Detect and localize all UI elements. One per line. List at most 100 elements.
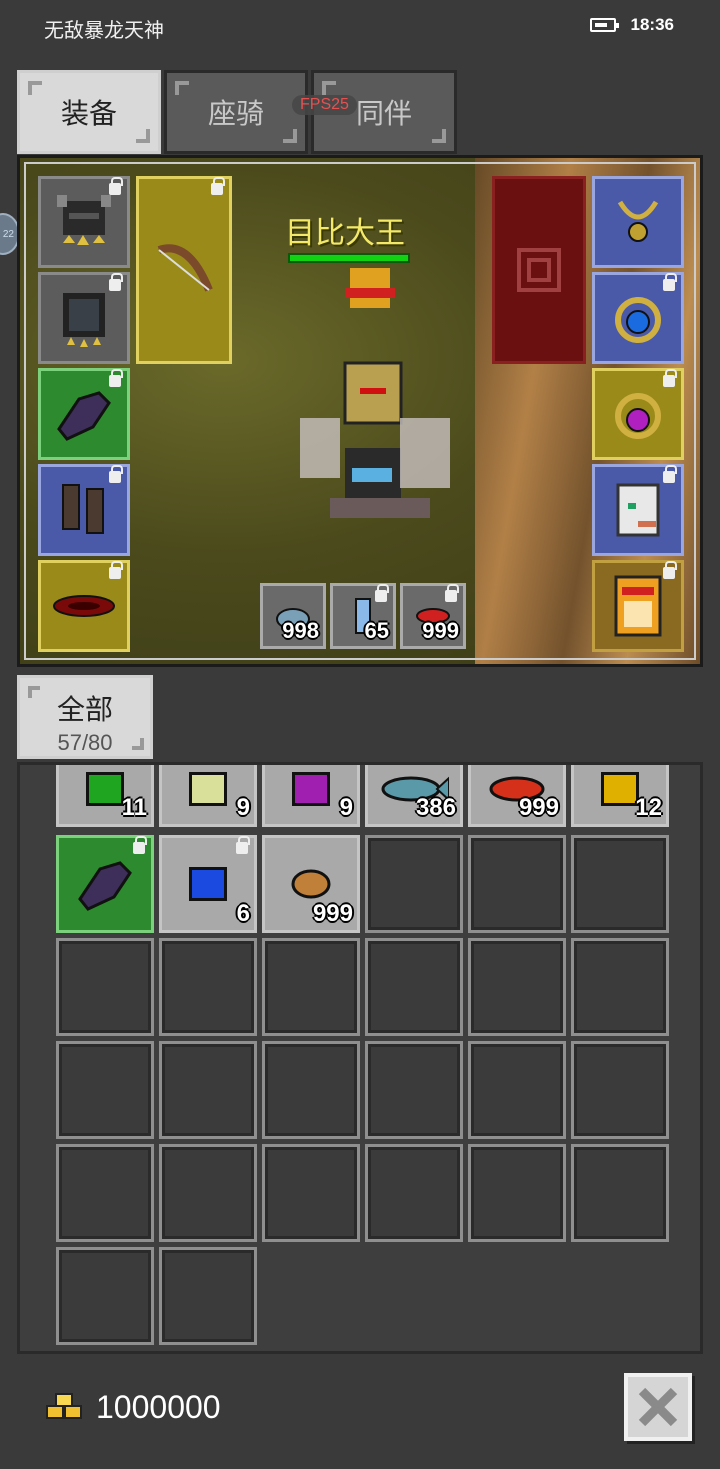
corner-decor-icon [283, 129, 297, 143]
lock-icon [211, 177, 225, 195]
lock-icon [375, 584, 389, 602]
inventory-slot-empty[interactable] [56, 1041, 154, 1139]
necklace-slot[interactable] [592, 176, 684, 268]
inventory-slot-empty[interactable] [468, 835, 566, 933]
lock-icon [236, 836, 250, 854]
leather-boots-icon [62, 484, 104, 534]
item-count: 999 [312, 900, 353, 927]
consumable-slot[interactable]: 998 [260, 583, 326, 649]
belt-slot[interactable] [38, 560, 130, 652]
corner-decor-icon [322, 81, 336, 95]
close-icon [638, 1387, 678, 1427]
item-count: 999 [518, 794, 559, 821]
corner-decor-icon [432, 129, 446, 143]
inventory-slot-empty[interactable] [262, 938, 360, 1036]
app-title: 无敌暴龙天神 [44, 20, 164, 42]
lock-icon [663, 465, 677, 483]
ring-slot-blue[interactable] [592, 272, 684, 364]
lock-icon [133, 836, 147, 854]
inventory-slot-empty[interactable] [571, 1041, 669, 1139]
lock-icon [663, 273, 677, 291]
tab-equipment[interactable]: 装备 [17, 70, 161, 154]
title-banner-slot[interactable] [492, 176, 586, 364]
inventory-slot-empty[interactable] [262, 1144, 360, 1242]
consumable-slot[interactable]: 65 [330, 583, 396, 649]
consumable-count: 998 [282, 618, 319, 643]
inventory-slot-empty[interactable] [468, 1041, 566, 1139]
inventory-slot-empty[interactable] [365, 1144, 463, 1242]
inventory-slot-empty[interactable] [159, 938, 257, 1036]
pale-gem-icon [189, 772, 227, 807]
lock-icon [109, 465, 123, 483]
bread-icon [291, 869, 331, 899]
inventory-slot-empty[interactable] [56, 1144, 154, 1242]
inventory-slot-empty[interactable] [56, 938, 154, 1036]
corner-decor-icon [175, 81, 189, 95]
inventory-slot[interactable]: 9 [159, 765, 257, 827]
inventory-slot-empty[interactable] [571, 835, 669, 933]
consumable-slot[interactable]: 999 [400, 583, 466, 649]
lock-icon [109, 177, 123, 195]
inventory-slot-empty[interactable] [262, 1041, 360, 1139]
lock-icon [109, 561, 123, 579]
lock-icon [109, 273, 123, 291]
gold-necklace-icon [617, 200, 659, 242]
inventory-slot[interactable] [56, 835, 154, 933]
inventory-slot-empty[interactable] [468, 938, 566, 1036]
inventory-slot-empty[interactable] [365, 1041, 463, 1139]
tab-equipment-label: 装备 [60, 98, 117, 129]
inventory-slot[interactable]: 11 [56, 765, 154, 827]
purple-glove-icon [57, 391, 111, 441]
white-wolf-icon [616, 483, 660, 537]
weapon-slot[interactable] [136, 176, 232, 364]
mount-slot[interactable] [592, 464, 684, 556]
boots-slot[interactable] [38, 464, 130, 556]
hero-name: 目比大王 [285, 217, 405, 250]
inventory-slot-empty[interactable] [56, 1247, 154, 1345]
inventory-slot-empty[interactable] [571, 938, 669, 1036]
lock-icon [109, 369, 123, 387]
inventory-slot[interactable]: 12 [571, 765, 669, 827]
inventory-slot-empty[interactable] [365, 938, 463, 1036]
hero-sprite-icon[interactable] [290, 268, 460, 518]
inventory-slot-empty[interactable] [468, 1144, 566, 1242]
inventory-slot-empty[interactable] [159, 1247, 257, 1345]
armor-slot[interactable] [38, 272, 130, 364]
yellow-gem-icon [601, 772, 639, 807]
corner-decor-icon [28, 686, 40, 698]
battery-icon [590, 18, 619, 32]
fps-counter: FPS25 [292, 95, 357, 115]
companion-slot[interactable] [592, 560, 684, 652]
item-count: 386 [415, 794, 456, 821]
inventory-slot[interactable]: 999 [262, 835, 360, 933]
gold-coins-icon [46, 1393, 82, 1419]
item-count: 12 [635, 794, 662, 821]
red-belt-icon [53, 595, 115, 617]
helmet-slot[interactable] [38, 176, 130, 268]
inventory-grid[interactable]: 11 9 9 386 999 12 6 999 [17, 762, 703, 1354]
inventory-slot-empty[interactable] [365, 835, 463, 933]
lock-icon [663, 369, 677, 387]
lock-icon [445, 584, 459, 602]
tab-mount[interactable]: 座骑 [164, 70, 308, 154]
inventory-slot-empty[interactable] [159, 1144, 257, 1242]
close-button[interactable] [624, 1373, 692, 1441]
empty-banner-icon [517, 248, 561, 292]
gloves-slot[interactable] [38, 368, 130, 460]
horned-helmet-icon [57, 195, 111, 245]
item-count: 11 [121, 794, 147, 821]
inventory-slot[interactable]: 999 [468, 765, 566, 827]
tab-companion-label: 同伴 [355, 98, 412, 129]
inventory-slot[interactable]: 9 [262, 765, 360, 827]
chainmail-armor-icon [63, 293, 105, 347]
corner-decor-icon [132, 738, 144, 750]
blue-gem-icon [189, 867, 227, 901]
inventory-slot-empty[interactable] [571, 1144, 669, 1242]
item-count: 9 [236, 794, 250, 821]
filter-tab-all[interactable]: 全部 57/80 [17, 675, 153, 759]
inventory-slot-empty[interactable] [159, 1041, 257, 1139]
ring-slot-purple[interactable] [592, 368, 684, 460]
clock-time: 18:36 [630, 15, 674, 34]
inventory-slot[interactable]: 6 [159, 835, 257, 933]
inventory-slot[interactable]: 386 [365, 765, 463, 827]
